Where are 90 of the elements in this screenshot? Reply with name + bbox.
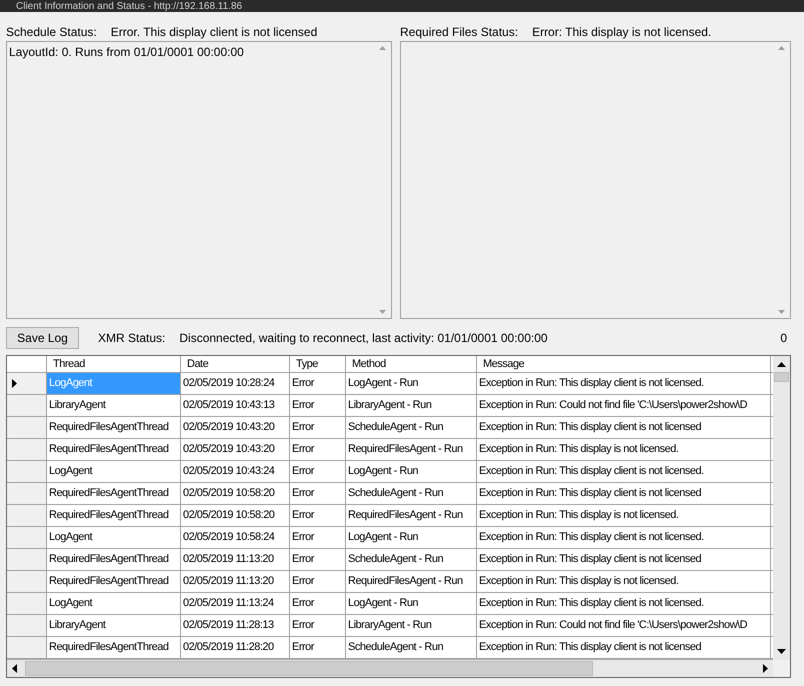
- table-cell: Error: [290, 637, 346, 658]
- table-cell: Exception in Run: This display client is not licensed.: [477, 373, 771, 394]
- table-cell: RequiredFilesAgent - Run: [346, 505, 477, 526]
- column-header[interactable]: Date: [181, 356, 290, 372]
- xmr-status-label: XMR Status:: [98, 330, 166, 347]
- table-cell: LogAgent: [47, 461, 181, 482]
- column-header[interactable]: Type: [290, 356, 346, 372]
- table-cell: Exception in Run: Could not find file 'C:\Users\power2show\D: [477, 395, 771, 416]
- table-cell: RequiredFilesAgentThread: [47, 549, 181, 570]
- scroll-right-icon[interactable]: [763, 664, 768, 673]
- table-cell: LogAgent: [47, 373, 181, 394]
- table-cell: Exception in Run: This display client is not licensed.: [477, 461, 771, 482]
- table-cell: LibraryAgent - Run: [346, 615, 477, 636]
- table-cell: RequiredFilesAgent - Run: [346, 439, 477, 460]
- table-cell: LogAgent - Run: [346, 461, 477, 482]
- table-cell: Exception in Run: This display client is not licensed: [477, 637, 771, 658]
- table-cell: LogAgent - Run: [346, 373, 477, 394]
- table-cell: Exception in Run: This display client is not licensed.: [477, 593, 771, 614]
- table-cell: ScheduleAgent - Run: [346, 549, 477, 570]
- table-cell: Error: [290, 417, 346, 438]
- column-header[interactable]: Method: [346, 356, 477, 372]
- table-cell: Exception in Run: This display is not licensed.: [477, 571, 771, 592]
- schedule-status-value: Error. This display client is not licensed: [110, 24, 318, 40]
- table-cell: Error: [290, 593, 346, 614]
- table-cell: RequiredFilesAgentThread: [47, 571, 181, 592]
- table-cell: 02/05/2019 11:13:24: [181, 593, 290, 614]
- scroll-thumb[interactable]: [774, 372, 789, 382]
- window-title: Client Information and Status - http://192.168.11.86: [16, 1, 242, 12]
- table-cell: 02/05/2019 10:43:20: [181, 439, 290, 460]
- table-cell: Error: [290, 527, 346, 548]
- table-cell: LogAgent - Run: [346, 593, 477, 614]
- table-cell: LogAgent - Run: [346, 527, 477, 548]
- table-cell: LibraryAgent: [47, 615, 181, 636]
- table-cell: RequiredFilesAgentThread: [47, 505, 181, 526]
- column-header[interactable]: Message: [477, 356, 771, 372]
- table-cell: LogAgent: [47, 527, 181, 548]
- table-cell: 02/05/2019 10:43:24: [181, 461, 290, 482]
- table-cell: Exception in Run: This display client is not licensed: [477, 549, 771, 570]
- table-cell: LogAgent: [47, 593, 181, 614]
- table-cell: ScheduleAgent - Run: [346, 417, 477, 438]
- schedule-text-box[interactable]: LayoutId: 0. Runs from 01/01/0001 00:00:00: [6, 41, 392, 319]
- scroll-up-icon[interactable]: [777, 362, 786, 367]
- table-cell: 02/05/2019 10:28:24: [181, 373, 290, 394]
- table-cell: RequiredFilesAgentThread: [47, 637, 181, 658]
- scroll-thumb[interactable]: [25, 661, 593, 676]
- required-files-status-value: Error: This display is not licensed.: [532, 24, 712, 40]
- table-cell: Error: [290, 615, 346, 636]
- table-cell: Exception in Run: This display client is not licensed: [477, 417, 771, 438]
- table-cell: Error: [290, 439, 346, 460]
- table-cell: 02/05/2019 10:58:20: [181, 483, 290, 504]
- table-cell: Error: [290, 505, 346, 526]
- table-cell: 02/05/2019 10:43:20: [181, 417, 290, 438]
- table-cell: 02/05/2019 10:58:24: [181, 527, 290, 548]
- table-cell: RequiredFilesAgentThread: [47, 417, 181, 438]
- table-cell: Exception in Run: This display is not licensed.: [477, 505, 771, 526]
- column-header[interactable]: Thread: [47, 356, 181, 372]
- table-cell: 02/05/2019 10:43:13: [181, 395, 290, 416]
- save-log-button[interactable]: Save Log: [6, 327, 79, 349]
- table-cell: Error: [290, 549, 346, 570]
- table-cell: Error: [290, 483, 346, 504]
- table-cell: 02/05/2019 11:13:20: [181, 571, 290, 592]
- table-cell: 02/05/2019 10:58:20: [181, 505, 290, 526]
- table-cell: Exception in Run: This display client is not licensed.: [477, 527, 771, 548]
- table-cell: Exception in Run: This display client is not licensed: [477, 483, 771, 504]
- table-cell: RequiredFilesAgentThread: [47, 439, 181, 460]
- xmr-count: 0: [780, 330, 787, 347]
- table-cell: Error: [290, 395, 346, 416]
- table-cell: Exception in Run: Could not find file 'C:\Users\power2show\D: [477, 615, 771, 636]
- table-cell: Exception in Run: This display is not licensed.: [477, 439, 771, 460]
- scroll-down-icon[interactable]: [777, 649, 786, 654]
- table-cell: 02/05/2019 11:13:20: [181, 549, 290, 570]
- table-cell: RequiredFilesAgent - Run: [346, 571, 477, 592]
- table-cell: 02/05/2019 11:28:20: [181, 637, 290, 658]
- scroll-left-icon[interactable]: [12, 664, 17, 673]
- table-cell: Error: [290, 571, 346, 592]
- table-cell: Error: [290, 461, 346, 482]
- row-pointer-icon: [12, 379, 17, 388]
- table-cell: ScheduleAgent - Run: [346, 483, 477, 504]
- table-cell: LibraryAgent: [47, 395, 181, 416]
- table-cell: ScheduleAgent - Run: [346, 637, 477, 658]
- required-files-status-label: Required Files Status:: [400, 24, 518, 40]
- schedule-status-label: Schedule Status:: [6, 24, 97, 40]
- table-cell: Error: [290, 373, 346, 394]
- table-cell: 02/05/2019 11:28:13: [181, 615, 290, 636]
- table-cell: RequiredFilesAgentThread: [47, 483, 181, 504]
- xmr-status-value: Disconnected, waiting to reconnect, last activity: 01/01/0001 00:00:00: [179, 330, 548, 347]
- vertical-scrollbar[interactable]: [773, 356, 790, 660]
- table-cell: LibraryAgent - Run: [346, 395, 477, 416]
- row-header[interactable]: [7, 373, 47, 394]
- schedule-text: LayoutId: 0. Runs from 01/01/0001 00:00:00: [9, 45, 244, 59]
